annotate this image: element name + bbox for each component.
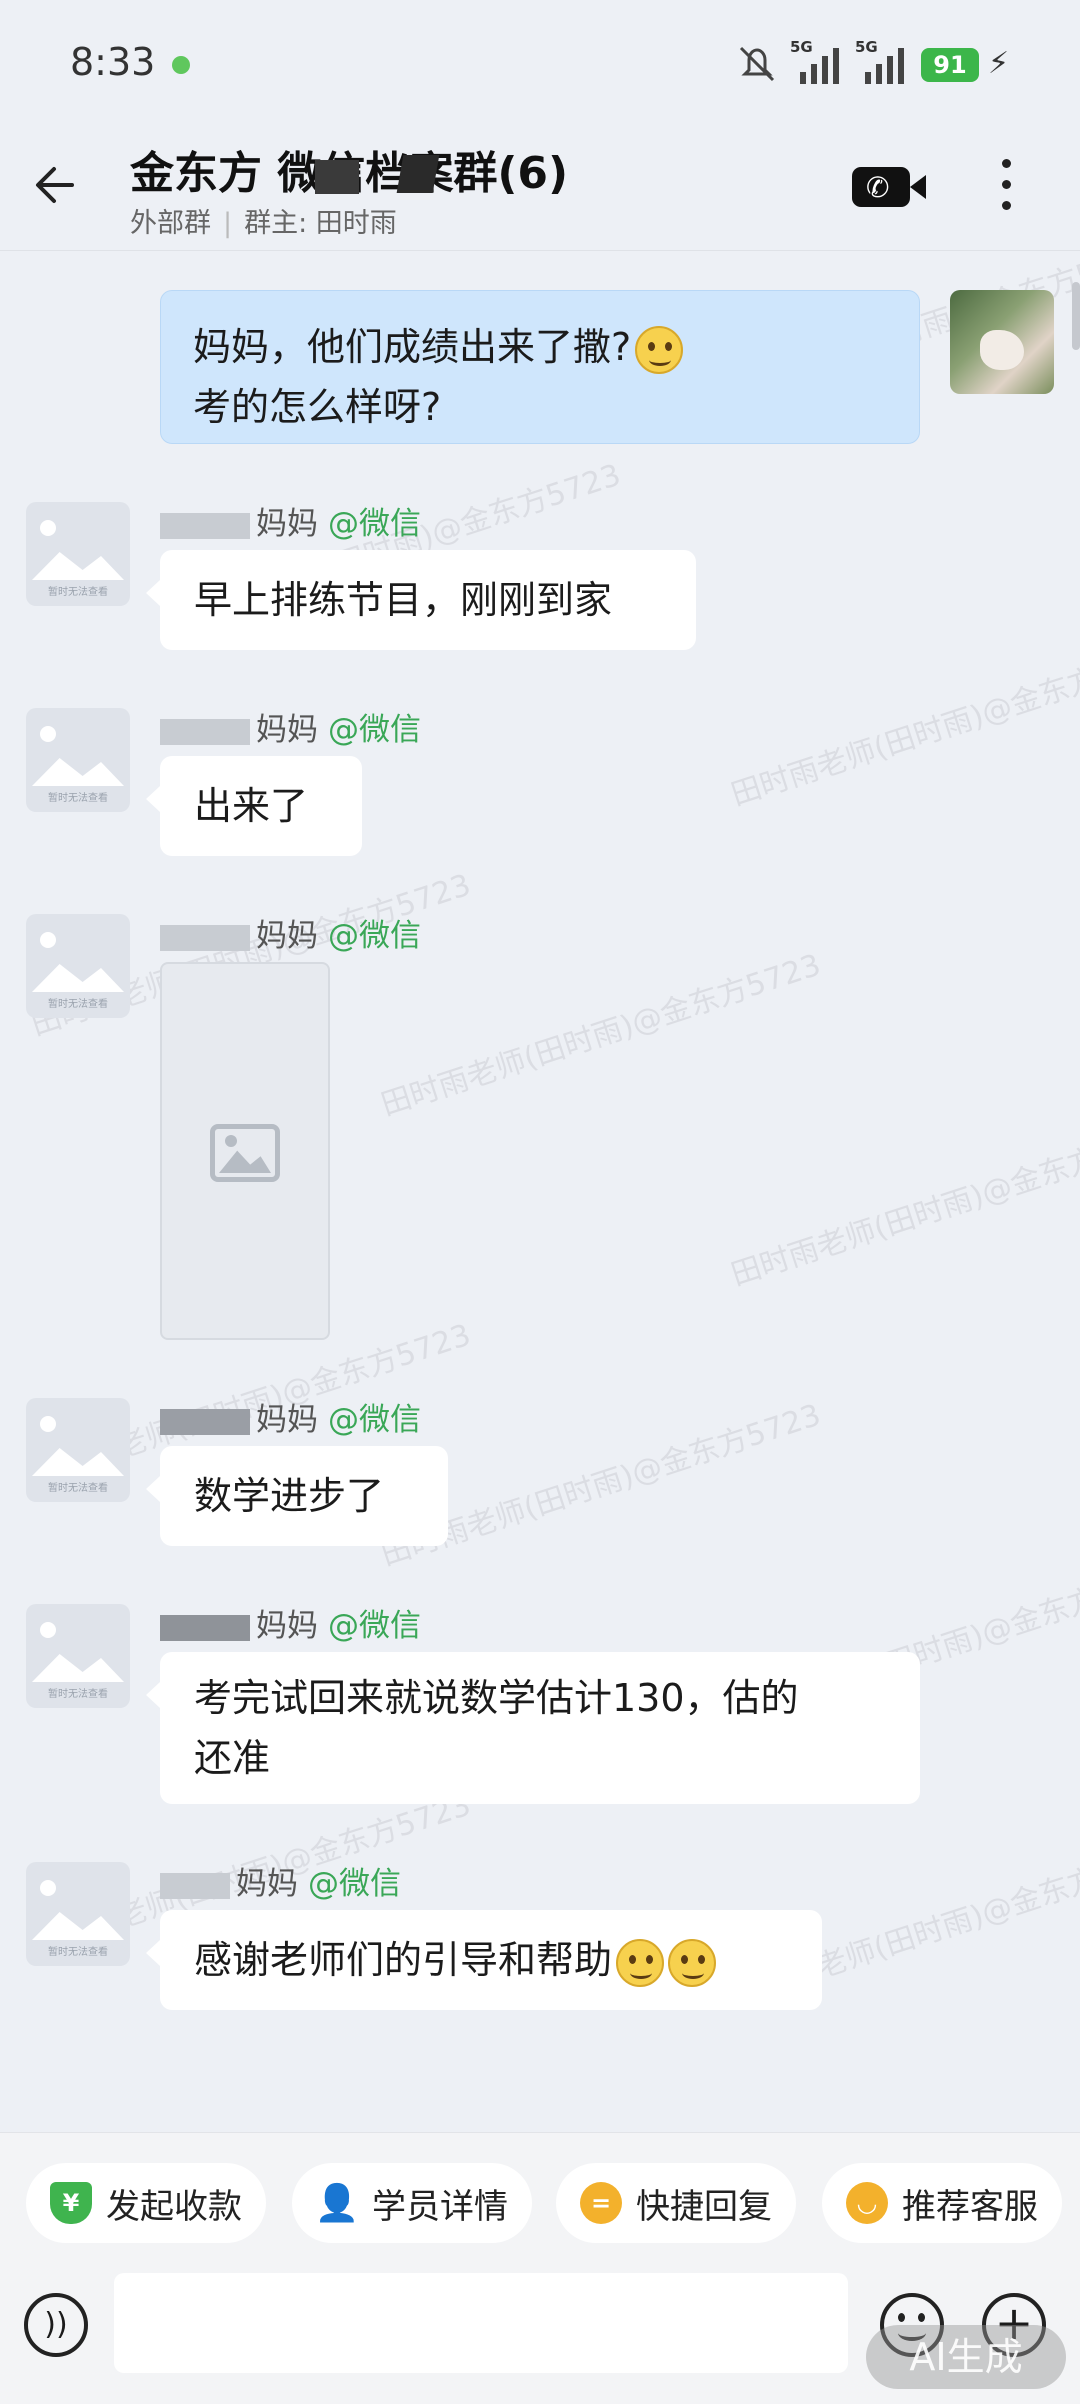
collect-payment-button[interactable]: ¥ 发起收款 (26, 2163, 266, 2243)
back-arrow-icon[interactable] (30, 155, 90, 215)
bottom-panel: ¥ 发起收款 👤 学员详情 = 快捷回复 ◡ 推荐客服 )) + AI生成 (0, 2132, 1080, 2404)
service-chat-icon: ◡ (846, 2182, 888, 2224)
outgoing-message[interactable]: 妈妈，他们成绩出来了撒? 考的怎么样呀? (160, 290, 920, 444)
smile-emoji-icon (668, 1938, 717, 1987)
yuan-shield-icon: ¥ (50, 2182, 92, 2224)
smile-emoji-icon (635, 325, 684, 374)
signal-strength-icon-1: 5G (790, 38, 850, 84)
avatar-placeholder-icon[interactable]: 暂时无法查看 (26, 1398, 130, 1502)
smile-emoji-icon (616, 1938, 665, 1987)
sender-name: 妈妈 @微信 (160, 910, 421, 955)
avatar-caption: 暂时无法查看 (48, 793, 108, 804)
signal-strength-icon-2: 5G (855, 38, 915, 84)
message-text: 早上排练节目，刚刚到家 (194, 578, 613, 622)
group-subtitle: 外部群 | 群主: 田时雨 (130, 208, 397, 239)
incoming-message[interactable]: 考完试回来就说数学估计130，估的 还准 (146, 1652, 920, 1804)
status-time: 8:33 (70, 40, 156, 84)
student-details-button[interactable]: 👤 学员详情 (292, 2163, 532, 2243)
avatar-caption: 暂时无法查看 (48, 1483, 108, 1494)
incoming-message[interactable]: 早上排练节目，刚刚到家 (146, 550, 696, 650)
message-text: 还准 (194, 1736, 271, 1780)
avatar-caption: 暂时无法查看 (48, 999, 108, 1010)
message-text: 感谢老师们的引导和帮助 (194, 1938, 613, 1982)
scrollbar-thumb[interactable] (1072, 282, 1080, 350)
message-text: 妈妈，他们成绩出来了撒? (193, 325, 632, 369)
charging-icon: ⚡ (988, 46, 1010, 81)
avatar-placeholder-icon[interactable]: 暂时无法查看 (26, 502, 130, 606)
incoming-message[interactable]: 出来了 (146, 756, 362, 856)
group-type: 外部群 (130, 208, 211, 239)
sender-name: 妈妈 @微信 (160, 1600, 421, 1645)
group-owner: 群主: 田时雨 (244, 208, 397, 239)
input-row: )) + AI生成 (0, 2273, 1080, 2393)
voice-input-icon[interactable]: )) (24, 2293, 88, 2357)
avatar-placeholder-icon[interactable]: 暂时无法查看 (26, 708, 130, 812)
status-bar: 8:33 5G 5G 91 ⚡ (0, 0, 1080, 125)
redaction-mark (315, 160, 359, 194)
image-message[interactable] (160, 962, 330, 1340)
message-text: 出来了 (194, 784, 309, 828)
sender-name: 妈妈 @微信 (160, 1858, 401, 1903)
ai-generated-badge: AI生成 (866, 2325, 1066, 2389)
sender-name: 妈妈 @微信 (160, 498, 421, 543)
image-placeholder-icon (210, 1124, 280, 1182)
avatar-placeholder-icon[interactable]: 暂时无法查看 (26, 1862, 130, 1966)
watermark: 田时雨老师(田时雨)@金东方5723 (726, 1117, 1080, 1294)
avatar-caption: 暂时无法查看 (48, 587, 108, 598)
recommend-service-button[interactable]: ◡ 推荐客服 (822, 2163, 1062, 2243)
incoming-message[interactable]: 数学进步了 (146, 1446, 448, 1546)
sender-name: 妈妈 @微信 (160, 1394, 421, 1439)
avatar-placeholder-icon[interactable]: 暂时无法查看 (26, 1604, 130, 1708)
avatar-caption: 暂时无法查看 (48, 1947, 108, 1958)
user-icon: 👤 (314, 2183, 360, 2224)
incoming-message[interactable]: 感谢老师们的引导和帮助 (146, 1910, 822, 2010)
quick-reply-button[interactable]: = 快捷回复 (556, 2163, 796, 2243)
chat-header: 金东方 微信档案群(6) 外部群|群主: 田时雨 ✆ (0, 125, 1080, 251)
message-input[interactable] (114, 2273, 848, 2373)
muted-bell-icon (739, 46, 775, 82)
quick-reply-icon: = (580, 2182, 622, 2224)
message-text: 考的怎么样呀? (193, 385, 442, 429)
message-text: 考完试回来就说数学估计130，估的 (194, 1676, 799, 1720)
sender-name: 妈妈 @微信 (160, 704, 421, 749)
wechat-notification-icon (172, 56, 190, 74)
watermark: 田时雨老师(田时雨)@金东方5723 (376, 947, 826, 1124)
avatar[interactable] (950, 290, 1054, 394)
avatar-caption: 暂时无法查看 (48, 1689, 108, 1700)
message-text: 数学进步了 (194, 1474, 385, 1518)
watermark: 田时雨老师(田时雨)@金东方5723 (726, 637, 1080, 814)
quick-actions-bar: ¥ 发起收款 👤 学员详情 = 快捷回复 ◡ 推荐客服 (0, 2163, 1080, 2243)
more-options-icon[interactable] (996, 159, 1016, 219)
battery-level: 91 (921, 48, 979, 82)
avatar-placeholder-icon[interactable]: 暂时无法查看 (26, 914, 130, 1018)
redaction-mark (396, 155, 440, 193)
video-call-icon[interactable]: ✆ (852, 167, 926, 207)
